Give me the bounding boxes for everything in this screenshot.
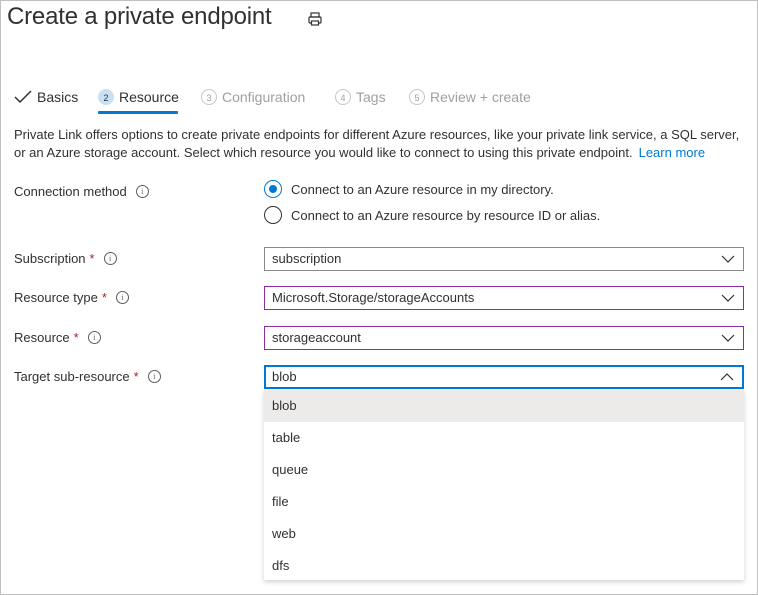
chevron-down-icon: [721, 294, 735, 302]
dropdown-value: Microsoft.Storage/storageAccounts: [272, 290, 475, 305]
dropdown-value: blob: [272, 369, 297, 384]
label-text: Resource type: [14, 290, 98, 305]
radio-button[interactable]: [264, 180, 282, 198]
step-number: 2: [98, 89, 114, 105]
chevron-down-icon: [721, 334, 735, 342]
subscription-dropdown[interactable]: subscription: [264, 247, 744, 271]
radio-label: Connect to an Azure resource in my direc…: [291, 181, 554, 197]
option-blob[interactable]: blob: [264, 390, 744, 422]
step-number: 5: [409, 89, 425, 105]
radio-connect-directory[interactable]: Connect to an Azure resource in my direc…: [264, 180, 554, 198]
label-text: Target sub-resource: [14, 369, 130, 384]
required-marker: *: [133, 369, 139, 384]
option-queue[interactable]: queue: [264, 454, 744, 486]
option-table[interactable]: table: [264, 422, 744, 454]
info-icon[interactable]: i: [103, 252, 117, 265]
dropdown-value: storageaccount: [272, 330, 361, 345]
target-sub-resource-dropdown[interactable]: blob: [264, 365, 744, 389]
resource-type-dropdown[interactable]: Microsoft.Storage/storageAccounts: [264, 286, 744, 310]
resource-dropdown[interactable]: storageaccount: [264, 326, 744, 350]
info-icon[interactable]: i: [87, 331, 101, 344]
learn-more-link[interactable]: Learn more: [639, 145, 705, 160]
tab-label: Configuration: [222, 89, 306, 105]
tab-tags[interactable]: 4 Tags: [335, 86, 386, 108]
option-web[interactable]: web: [264, 518, 744, 550]
required-marker: *: [101, 290, 107, 305]
required-marker: *: [89, 251, 95, 266]
page-title: Create a private endpoint: [7, 3, 272, 30]
option-dfs[interactable]: dfs: [264, 550, 744, 582]
info-icon[interactable]: i: [135, 185, 149, 198]
tab-label: Basics: [37, 89, 79, 105]
description-text: Private Link offers options to create pr…: [14, 127, 740, 160]
description: Private Link offers options to create pr…: [14, 126, 744, 162]
tab-label: Tags: [356, 89, 386, 105]
target-sub-resource-label: Target sub-resource * i: [14, 369, 161, 384]
connection-method-label: Connection method i: [14, 184, 149, 199]
radio-button[interactable]: [264, 206, 282, 224]
tab-label: Review + create: [430, 89, 531, 105]
resource-label: Resource * i: [14, 330, 101, 345]
tab-label: Resource: [119, 89, 179, 105]
dropdown-value: subscription: [272, 251, 342, 266]
resource-type-label: Resource type * i: [14, 290, 129, 305]
print-icon[interactable]: [307, 11, 323, 27]
radio-label: Connect to an Azure resource by resource…: [291, 207, 601, 223]
tab-configuration[interactable]: 3 Configuration: [201, 86, 305, 108]
step-number: 3: [201, 89, 217, 105]
info-icon[interactable]: i: [115, 291, 129, 304]
step-number: 4: [335, 89, 351, 105]
tab-basics[interactable]: Basics: [14, 86, 78, 108]
active-tab-indicator: [98, 111, 178, 114]
tab-resource[interactable]: 2 Resource: [98, 86, 179, 108]
checkmark-icon: [14, 90, 32, 104]
required-marker: *: [73, 330, 79, 345]
option-file[interactable]: file: [264, 486, 744, 518]
label-text: Resource: [14, 330, 70, 345]
info-icon[interactable]: i: [147, 370, 161, 383]
tab-review-create[interactable]: 5 Review + create: [409, 86, 531, 108]
radio-connect-resource-id[interactable]: Connect to an Azure resource by resource…: [264, 206, 600, 224]
chevron-up-icon: [720, 373, 734, 381]
chevron-down-icon: [721, 255, 735, 263]
subscription-label: Subscription * i: [14, 251, 117, 266]
label-text: Subscription: [14, 251, 86, 266]
label-text: Connection method: [14, 184, 127, 199]
target-sub-resource-options: blob table queue file web dfs: [264, 390, 744, 580]
